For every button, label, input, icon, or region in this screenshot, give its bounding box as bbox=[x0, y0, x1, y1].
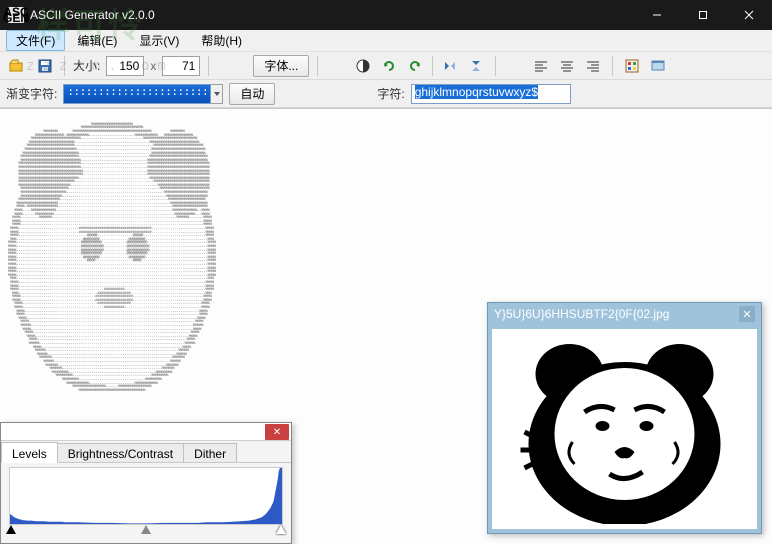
align-center-button[interactable] bbox=[556, 55, 578, 77]
separator bbox=[208, 56, 209, 76]
levels-header[interactable]: ✕ bbox=[1, 423, 291, 441]
levels-sliders bbox=[9, 525, 283, 539]
ramp-dropdown-button[interactable] bbox=[211, 84, 223, 104]
ramp-label: 渐变字符: bbox=[6, 85, 57, 102]
color-button[interactable] bbox=[621, 55, 643, 77]
view-icon bbox=[650, 58, 666, 74]
titlebar: ASCGEN ASCII Generator v2.0.0 bbox=[0, 0, 772, 30]
separator bbox=[64, 56, 65, 76]
save-icon bbox=[37, 58, 53, 74]
font-button-label: 字体... bbox=[264, 57, 298, 74]
tab-levels[interactable]: Levels bbox=[1, 442, 58, 463]
toolbar-ramp: 渐变字符: ::::::::::::::::::::::::: 自动 字符: g… bbox=[0, 80, 772, 108]
levels-panel: ✕ Levels Brightness/Contrast Dither bbox=[0, 422, 292, 544]
menubar: 文件(F) 编辑(E) 显示(V) 帮助(H) bbox=[0, 30, 772, 52]
width-input[interactable] bbox=[106, 56, 144, 76]
size-label: 大小: bbox=[73, 57, 100, 74]
separator bbox=[432, 56, 433, 76]
ramp-combo[interactable]: ::::::::::::::::::::::::: bbox=[63, 84, 211, 104]
separator bbox=[495, 56, 496, 76]
preview-button[interactable] bbox=[647, 55, 669, 77]
separator bbox=[612, 56, 613, 76]
mid-point-slider[interactable] bbox=[141, 525, 151, 534]
color-icon bbox=[624, 58, 640, 74]
levels-histogram bbox=[9, 467, 283, 525]
toolbar-main: 大小: x 字体... bbox=[0, 52, 772, 80]
align-right-icon bbox=[585, 58, 601, 74]
minimize-button[interactable] bbox=[634, 0, 680, 30]
x-separator: x bbox=[150, 59, 156, 73]
levels-close-button[interactable]: ✕ bbox=[265, 424, 289, 440]
menu-help[interactable]: 帮助(H) bbox=[191, 30, 252, 51]
invert-button[interactable] bbox=[352, 55, 374, 77]
preview-panel[interactable]: Y}5U}6U}6HHSUBTF2{0F{02.jpg ✕ bbox=[487, 302, 762, 534]
window-controls bbox=[634, 0, 772, 30]
app-icon: ASCGEN bbox=[8, 7, 24, 23]
open-icon bbox=[9, 58, 25, 74]
menu-file[interactable]: 文件(F) bbox=[6, 30, 65, 51]
panda-image bbox=[512, 334, 737, 524]
chevron-down-icon bbox=[213, 90, 221, 98]
rotate-cw-button[interactable] bbox=[404, 55, 426, 77]
white-point-slider[interactable] bbox=[276, 525, 286, 534]
chars-input[interactable]: ghijklmnopqrstuvwxyz$ bbox=[411, 84, 571, 104]
menu-view[interactable]: 显示(V) bbox=[129, 30, 189, 51]
window-title: ASCII Generator v2.0.0 bbox=[30, 8, 634, 22]
rotate-ccw-icon bbox=[381, 58, 397, 74]
preview-close-button[interactable]: ✕ bbox=[739, 306, 755, 322]
height-input[interactable] bbox=[162, 56, 200, 76]
maximize-button[interactable] bbox=[680, 0, 726, 30]
rotate-cw-icon bbox=[407, 58, 423, 74]
align-left-icon bbox=[533, 58, 549, 74]
preview-header[interactable]: Y}5U}6U}6HHSUBTF2{0F{02.jpg ✕ bbox=[488, 303, 761, 325]
flip-h-icon bbox=[442, 58, 458, 74]
align-center-icon bbox=[559, 58, 575, 74]
ascii-output: %%%%%%%%%%%%%%%%%%%% %%%%%%%%%%%%%%%%%%%… bbox=[8, 113, 237, 393]
align-left-button[interactable] bbox=[530, 55, 552, 77]
preview-title: Y}5U}6U}6HHSUBTF2{0F{02.jpg bbox=[494, 307, 739, 321]
open-button[interactable] bbox=[6, 55, 28, 77]
black-point-slider[interactable] bbox=[6, 525, 16, 534]
close-button[interactable] bbox=[726, 0, 772, 30]
flip-h-button[interactable] bbox=[439, 55, 461, 77]
tab-brightness-contrast[interactable]: Brightness/Contrast bbox=[57, 443, 184, 462]
canvas-area: %%%%%%%%%%%%%%%%%%%% %%%%%%%%%%%%%%%%%%%… bbox=[0, 108, 772, 544]
auto-button[interactable]: 自动 bbox=[229, 83, 275, 105]
invert-icon bbox=[355, 58, 371, 74]
flip-v-icon bbox=[468, 58, 484, 74]
auto-button-label: 自动 bbox=[240, 85, 264, 102]
separator bbox=[317, 56, 318, 76]
rotate-ccw-button[interactable] bbox=[378, 55, 400, 77]
save-button[interactable] bbox=[34, 55, 56, 77]
levels-tabs: Levels Brightness/Contrast Dither bbox=[1, 441, 291, 463]
chars-label: 字符: bbox=[377, 85, 404, 102]
chars-selection: ghijklmnopqrstuvwxyz$ bbox=[415, 85, 538, 99]
flip-v-button[interactable] bbox=[465, 55, 487, 77]
tab-dither[interactable]: Dither bbox=[183, 443, 237, 462]
preview-image bbox=[492, 329, 757, 529]
align-right-button[interactable] bbox=[582, 55, 604, 77]
menu-edit[interactable]: 编辑(E) bbox=[67, 30, 127, 51]
font-button[interactable]: 字体... bbox=[253, 55, 309, 77]
